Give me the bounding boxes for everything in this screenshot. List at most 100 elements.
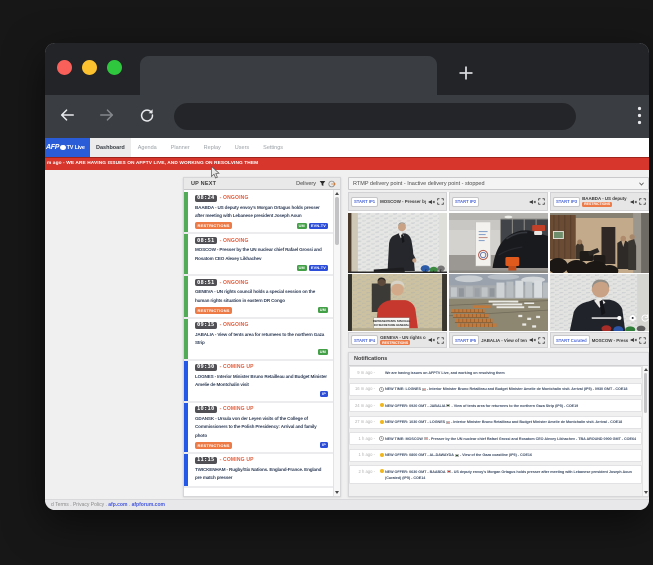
fullscreen-icon[interactable]: [639, 198, 646, 205]
mute-icon[interactable]: [529, 199, 536, 205]
window-minimize-button[interactable]: [82, 60, 97, 75]
new-tab-icon[interactable]: [455, 62, 477, 84]
scroll-down-arrow[interactable]: [644, 491, 648, 494]
start-ip3-button[interactable]: START IP3: [553, 197, 580, 207]
new-offer-dot-icon: [380, 420, 384, 424]
scroll-down-arrow[interactable]: [335, 491, 339, 494]
flag-icon-ps: [446, 404, 450, 407]
back-icon[interactable]: [59, 107, 75, 123]
up-next-scrollbar[interactable]: [333, 190, 340, 496]
scroll-up-arrow[interactable]: [335, 192, 339, 195]
notification-row[interactable]: 1 h ago - NEW TIME: MOSCOW- Presser by t…: [349, 432, 642, 445]
stream-title: GENEVA - UN rights cou...: [380, 335, 426, 340]
start-curated-button[interactable]: START Curated: [553, 335, 590, 345]
notification-time: 16 m ago -: [353, 386, 378, 392]
fullscreen-icon[interactable]: [538, 337, 545, 344]
browser-active-tab[interactable]: [140, 56, 437, 95]
video-player-ip3[interactable]: [550, 213, 649, 273]
notification-text: NEW OFFER: 0920 GMT - JABALIA: [385, 404, 445, 408]
up-next-item[interactable]: 09:30- COMING UP LOGNES - Interior Minis…: [184, 361, 333, 403]
notification-row[interactable]: 9 m ago - We are having issues on AFPTV …: [349, 366, 642, 379]
time-badge: 09:30: [195, 364, 217, 371]
nav-tab-replay[interactable]: Replay: [197, 138, 228, 157]
nav-tab-settings[interactable]: Settings: [256, 138, 290, 157]
footer-afpforum-link[interactable]: afpforum.com: [132, 502, 165, 508]
up-next-item[interactable]: 08:51- ONGOING GENEVA - UN rights counci…: [184, 276, 333, 319]
fullscreen-icon[interactable]: [437, 198, 444, 205]
stream-header-ip5: START IP5 JABALIA - View of tents ...: [449, 332, 548, 348]
start-ip5-button[interactable]: START IP5: [452, 335, 479, 345]
reload-icon[interactable]: [139, 107, 155, 123]
address-bar[interactable]: [174, 103, 576, 130]
fullscreen-icon[interactable]: [437, 337, 444, 344]
footer-separator: .: [129, 502, 130, 508]
notification-text: We are having issues on AFPTV Live, and …: [385, 371, 505, 375]
nav-tab-agenda[interactable]: Agenda: [131, 138, 164, 157]
alert-banner[interactable]: m ago - WE ARE HAVING ISSUES ON AFPTV LI…: [45, 157, 649, 170]
footer-terms-link[interactable]: Terms: [55, 502, 69, 508]
notification-row[interactable]: 24 m ago - NEW OFFER: 0920 GMT - JABALIA…: [349, 399, 642, 412]
mute-icon[interactable]: [630, 337, 637, 343]
up-next-panel: UP NEXT Delivery 08:24- ONGOING: [183, 177, 341, 497]
status-bar-coming-up: [184, 361, 188, 401]
up-next-item[interactable]: 11:15- COMING UP TWICKENHAM - Rugby/Six …: [184, 454, 333, 488]
status-bar-coming-up: [184, 403, 188, 452]
notification-text: - Presser by the UN nuclear chief Rafael…: [429, 437, 636, 441]
notifications-panel: Notifications 9 m ago - We are having is…: [348, 352, 649, 497]
restrictions-badge: RESTRICTIONS: [380, 340, 410, 345]
afp-tv-live-logo[interactable]: AFP TV Live: [45, 138, 90, 157]
up-next-item[interactable]: 09:15- ONGOING JABALIA - View of tents a…: [184, 319, 333, 361]
up-next-item[interactable]: 08:51- ONGOING MOSCOW - Presser by the U…: [184, 234, 333, 276]
up-next-item[interactable]: 08:24- ONGOING BAABDA - US deputy envoy'…: [184, 192, 333, 235]
notification-row[interactable]: 1 h ago - NEW OFFER: 0800 GMT - AL-DAWAY…: [349, 449, 642, 462]
time-badge: 08:51: [195, 237, 217, 244]
browser-tab-strip: [45, 43, 649, 95]
footer-privacy-link[interactable]: Privacy Policy: [73, 502, 104, 508]
notification-row[interactable]: 16 m ago - NEW TIME: LOGNES- Interior Mi…: [349, 383, 642, 396]
footer-separator: .: [70, 502, 71, 508]
filter-funnel-icon[interactable]: [319, 180, 326, 187]
video-player-ip2[interactable]: [449, 213, 548, 273]
app-nav-items: Dashboard Agenda Planner Replay Users Se…: [90, 138, 649, 157]
chevron-down-icon: [639, 182, 644, 186]
video-player-ip4[interactable]: REPRESENTANTE SPECIALE DU SECRETAIRE GEN…: [348, 274, 447, 331]
nav-tab-planner[interactable]: Planner: [164, 138, 197, 157]
up-next-item[interactable]: 10:10- COMING UP GDANSK - Ursula von der…: [184, 403, 333, 454]
start-ip4-button[interactable]: START IP4: [351, 335, 378, 345]
time-badge: 08:51: [195, 279, 217, 286]
flag-icon-ru: [424, 437, 428, 440]
nav-tab-dashboard[interactable]: Dashboard: [90, 138, 131, 157]
mute-icon[interactable]: [428, 337, 435, 343]
export-icon[interactable]: [328, 180, 336, 188]
notification-time: 27 m ago -: [353, 419, 378, 425]
start-ip2-button[interactable]: START IP2: [452, 197, 479, 207]
video-player-ip1[interactable]: [348, 213, 447, 273]
nav-tab-users[interactable]: Users: [228, 138, 256, 157]
scrollbar-thumb[interactable]: [335, 197, 339, 245]
window-zoom-button[interactable]: [107, 60, 122, 75]
notification-row[interactable]: 27 m ago - NEW OFFER: 1030 GMT - LOGNES-…: [349, 416, 642, 429]
desktop-background: AFP TV Live Dashboard Agenda Planner Rep…: [0, 0, 653, 565]
forward-icon[interactable]: [99, 107, 115, 123]
scrollbar-thumb[interactable]: [644, 373, 647, 413]
time-badge: 08:24: [195, 195, 217, 202]
notification-row[interactable]: 2 h ago - NEW OFFER: 0630 GMT - BAABDA- …: [349, 465, 642, 484]
scroll-up-arrow[interactable]: [644, 368, 648, 371]
start-ip1-button[interactable]: START IP1: [351, 197, 378, 207]
fullscreen-icon[interactable]: [639, 337, 646, 344]
browser-menu-icon[interactable]: [634, 105, 645, 126]
mute-icon[interactable]: [529, 337, 536, 343]
footer-afp-link[interactable]: afp.com: [108, 502, 127, 508]
mute-icon[interactable]: [630, 199, 637, 205]
new-offer-dot-icon: [380, 453, 384, 457]
svg-text:DU SECRETAIRE GENERAL: DU SECRETAIRE GENERAL: [374, 323, 410, 327]
item-title: TWICKENHAM - Rugby/Six Nations. England-…: [195, 466, 328, 483]
video-player-ip5[interactable]: [449, 274, 548, 331]
mute-icon[interactable]: [428, 199, 435, 205]
notifications-scrollbar[interactable]: [642, 366, 648, 496]
window-close-button[interactable]: [57, 60, 72, 75]
restrictions-badge: RESTRICTIONS: [195, 307, 232, 314]
delivery-point-selector[interactable]: RTMP delivery point - Inactive delivery …: [348, 177, 649, 190]
video-player-curated[interactable]: [550, 274, 649, 331]
fullscreen-icon[interactable]: [538, 198, 545, 205]
